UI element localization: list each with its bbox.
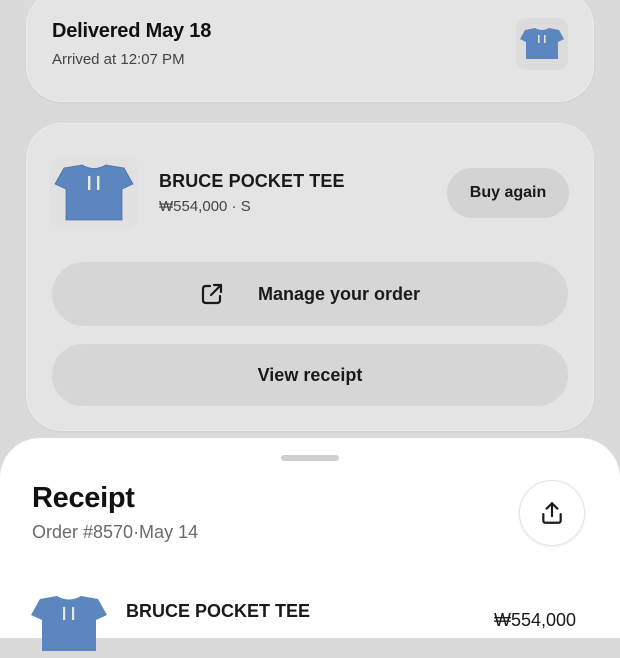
line-item-image bbox=[30, 593, 108, 653]
line-item-name: BRUCE POCKET TEE bbox=[126, 601, 311, 621]
sheet-grabber[interactable] bbox=[281, 455, 339, 461]
buy-again-button[interactable]: Buy again bbox=[447, 168, 569, 218]
product-price: ₩554,000 · S bbox=[159, 198, 251, 215]
view-receipt-button[interactable]: View receipt bbox=[52, 344, 568, 406]
order-number-date: Order #8570·May 14 bbox=[32, 522, 199, 542]
tshirt-icon bbox=[54, 164, 134, 221]
share-button[interactable] bbox=[519, 480, 585, 546]
tshirt-icon bbox=[520, 28, 564, 59]
delivery-card[interactable]: Delivered May 18 Arrived at 12:07 PM bbox=[26, 0, 594, 102]
external-link-icon bbox=[201, 283, 223, 305]
delivery-title: Delivered May 18 bbox=[52, 20, 212, 42]
product-name: BRUCE POCKET TEE bbox=[159, 171, 345, 191]
receipt-title: Receipt bbox=[32, 482, 135, 514]
receipt-sheet: Receipt Order #8570·May 14 BRUCE POCKET … bbox=[0, 438, 620, 651]
order-item-card: BRUCE POCKET TEE ₩554,000 · S Buy again … bbox=[26, 123, 594, 431]
line-item-price: ₩554,000 bbox=[494, 610, 577, 630]
share-icon bbox=[542, 502, 562, 524]
tshirt-icon bbox=[31, 596, 107, 651]
delivery-thumbnail bbox=[516, 18, 568, 70]
manage-order-label: Manage your order bbox=[257, 283, 421, 304]
product-image[interactable] bbox=[50, 157, 138, 229]
delivery-time: Arrived at 12:07 PM bbox=[52, 51, 185, 68]
manage-order-button[interactable]: Manage your order bbox=[52, 262, 568, 326]
